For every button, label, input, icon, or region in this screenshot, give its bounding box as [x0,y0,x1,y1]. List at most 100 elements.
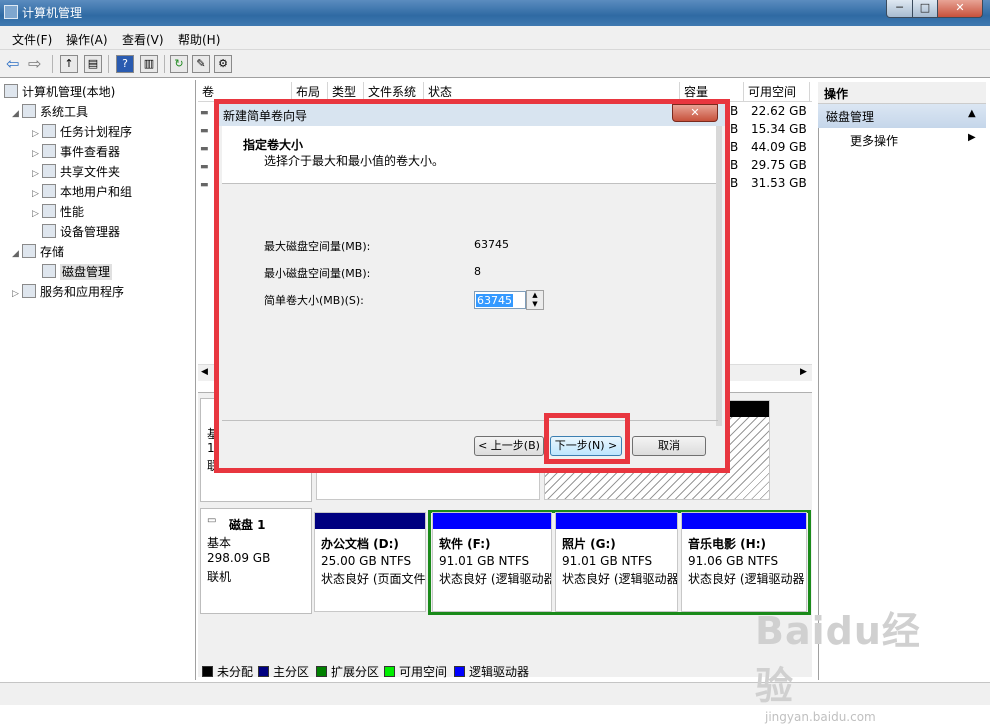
disk1-size: 298.09 GB [207,551,271,565]
refresh-icon[interactable]: ↻ [170,55,188,73]
tree-item-shared-folders[interactable]: ▷ 共享文件夹 [32,162,120,182]
partition-f[interactable]: 软件 (F:) 91.01 GB NTFS 状态良好 (逻辑驱动器 [432,512,552,612]
menu-help[interactable]: 帮助(H) [178,31,220,48]
expand-icon[interactable]: ▷ [32,204,42,224]
min-size-label: 最小磁盘空间量(MB): [264,267,371,280]
legend-unallocated: 未分配 [202,663,253,680]
volume-size-stepper[interactable]: ▲ ▼ [526,290,544,310]
cancel-button[interactable]: 取消 [632,436,706,456]
tree-item-device-manager[interactable]: 设备管理器 [42,222,120,242]
legend: 未分配 主分区 扩展分区 可用空间 逻辑驱动器 [198,660,812,680]
expand-icon[interactable]: ▷ [32,184,42,204]
tree-item-performance[interactable]: ▷ 性能 [32,202,84,222]
tree-item-event-viewer[interactable]: ▷ 事件查看器 [32,142,120,162]
actions-title: 操作 [824,87,849,101]
scroll-left-icon[interactable]: ◀ [201,367,208,377]
partition-size: 25.00 GB NTFS [321,554,412,568]
partition-status: 状态良好 (页面文件 [321,572,425,586]
properties-icon[interactable]: ✎ [192,55,210,73]
legend-logical: 逻辑驱动器 [454,663,529,680]
tree-item-disk-management[interactable]: 磁盘管理 [42,262,113,282]
expand-icon[interactable]: ▷ [32,144,42,164]
capacity-cell: B [730,176,739,190]
dialog-header: 指定卷大小 选择介于最大和最小值的卷大小。 [222,126,718,184]
drive-icon: ▬ [200,108,209,118]
maximize-button[interactable]: □ [912,0,938,18]
forward-arrow-icon[interactable]: ⇨ [28,56,41,72]
window-title: 计算机管理 [22,6,83,20]
dialog-close-button[interactable]: ✕ [672,104,718,122]
tree-item-local-users[interactable]: ▷ 本地用户和组 [32,182,132,202]
partition-name: 音乐电影 (H:) [688,537,766,551]
disk-icon [42,264,56,278]
up-folder-icon[interactable]: ↑ [60,55,78,73]
close-button[interactable]: ✕ [937,0,983,18]
back-arrow-icon[interactable]: ⇦ [6,56,19,72]
tree-item-system-tools[interactable]: ◢ 系统工具 [12,102,88,122]
disk-settings-icon[interactable]: ⚙ [214,55,232,73]
back-button[interactable]: < 上一步(B) [474,436,544,456]
minimize-button[interactable]: ─ [886,0,913,18]
volume-size-value: 63745 [476,294,513,307]
partition-size: 91.01 GB NTFS [439,554,530,568]
free-space-cell: 31.53 GB [751,176,807,190]
shared-folder-icon [42,164,56,178]
disk1-type: 基本 [207,536,232,550]
disk1-info[interactable]: ▭ 磁盘 1 基本 298.09 GB 联机 [200,508,312,614]
tree-label: 存储 [40,245,65,259]
scroll-right-icon[interactable]: ▶ [800,367,807,377]
dialog-footer-divider [222,420,718,421]
tree-item-task-scheduler[interactable]: ▷ 任务计划程序 [32,122,132,142]
disk1-status: 联机 [207,570,232,584]
max-size-value: 63745 [474,238,509,251]
toolbar: ⇦ ⇨ ↑ ▤ ? ▥ ↻ ✎ ⚙ [0,50,990,78]
menu-action[interactable]: 操作(A) [66,31,108,48]
menu-file[interactable]: 文件(F) [12,31,52,48]
computer-icon [4,84,18,98]
column-free-space[interactable]: 可用空间 [744,82,810,102]
tree-label: 事件查看器 [60,145,121,159]
tree-item-storage[interactable]: ◢ 存储 [12,242,64,262]
expand-icon[interactable]: ▷ [32,164,42,184]
submenu-arrow-icon[interactable]: ▶ [968,132,976,143]
collapse-icon[interactable]: ◢ [12,104,22,124]
tree-item-root[interactable]: 计算机管理(本地) [4,82,115,102]
menu-view[interactable]: 查看(V) [122,31,164,48]
menu-bar: 文件(F) 操作(A) 查看(V) 帮助(H) [0,26,990,50]
collapse-up-icon[interactable]: ▲ [968,108,976,119]
min-size-value: 8 [474,265,481,278]
actions-pane [818,82,986,680]
partition-status: 状态良好 (逻辑驱动器 [562,572,677,586]
spin-down-icon[interactable]: ▼ [527,300,543,309]
collapse-icon[interactable]: ◢ [12,244,22,264]
expand-icon[interactable]: ▷ [32,124,42,144]
tree-label: 系统工具 [40,105,89,119]
partition-g[interactable]: 照片 (G:) 91.01 GB NTFS 状态良好 (逻辑驱动器 [555,512,678,612]
volume-size-input[interactable]: 63745 [474,291,526,309]
tree-label: 任务计划程序 [60,125,133,139]
partition-h[interactable]: 音乐电影 (H:) 91.06 GB NTFS 状态良好 (逻辑驱动器 [681,512,807,612]
action-pane-icon[interactable]: ▥ [140,55,158,73]
more-actions[interactable]: 更多操作 [850,132,898,149]
show-tree-icon[interactable]: ▤ [84,55,102,73]
tree-item-services[interactable]: ▷ 服务和应用程序 [12,282,124,302]
partition-name: 照片 (G:) [562,537,616,551]
partition-status: 状态良好 (逻辑驱动器 [688,572,805,586]
baidu-watermark: Baidu经验 jingyan.baidu.com [755,600,955,724]
drive-icon: ▬ [200,180,209,190]
expand-icon[interactable]: ▷ [12,284,22,304]
actions-section-disk-management[interactable]: 磁盘管理 ▲ [818,104,986,128]
help-icon[interactable]: ? [116,55,134,73]
spin-up-icon[interactable]: ▲ [527,291,543,300]
disk-icon: ▭ [207,515,217,526]
partition-size: 91.01 GB NTFS [562,554,653,568]
drive-icon: ▬ [200,162,209,172]
partition-d[interactable]: 办公文档 (D:) 25.00 GB NTFS 状态良好 (页面文件 [314,512,426,612]
partition-status: 状态良好 (逻辑驱动器 [439,572,551,586]
dialog-scrollbar [716,126,722,426]
legend-extended: 扩展分区 [316,663,379,680]
dialog-subheading: 选择介于最大和最小值的卷大小。 [264,154,445,168]
capacity-cell: B [730,104,739,118]
storage-icon [22,244,36,258]
users-icon [42,184,56,198]
